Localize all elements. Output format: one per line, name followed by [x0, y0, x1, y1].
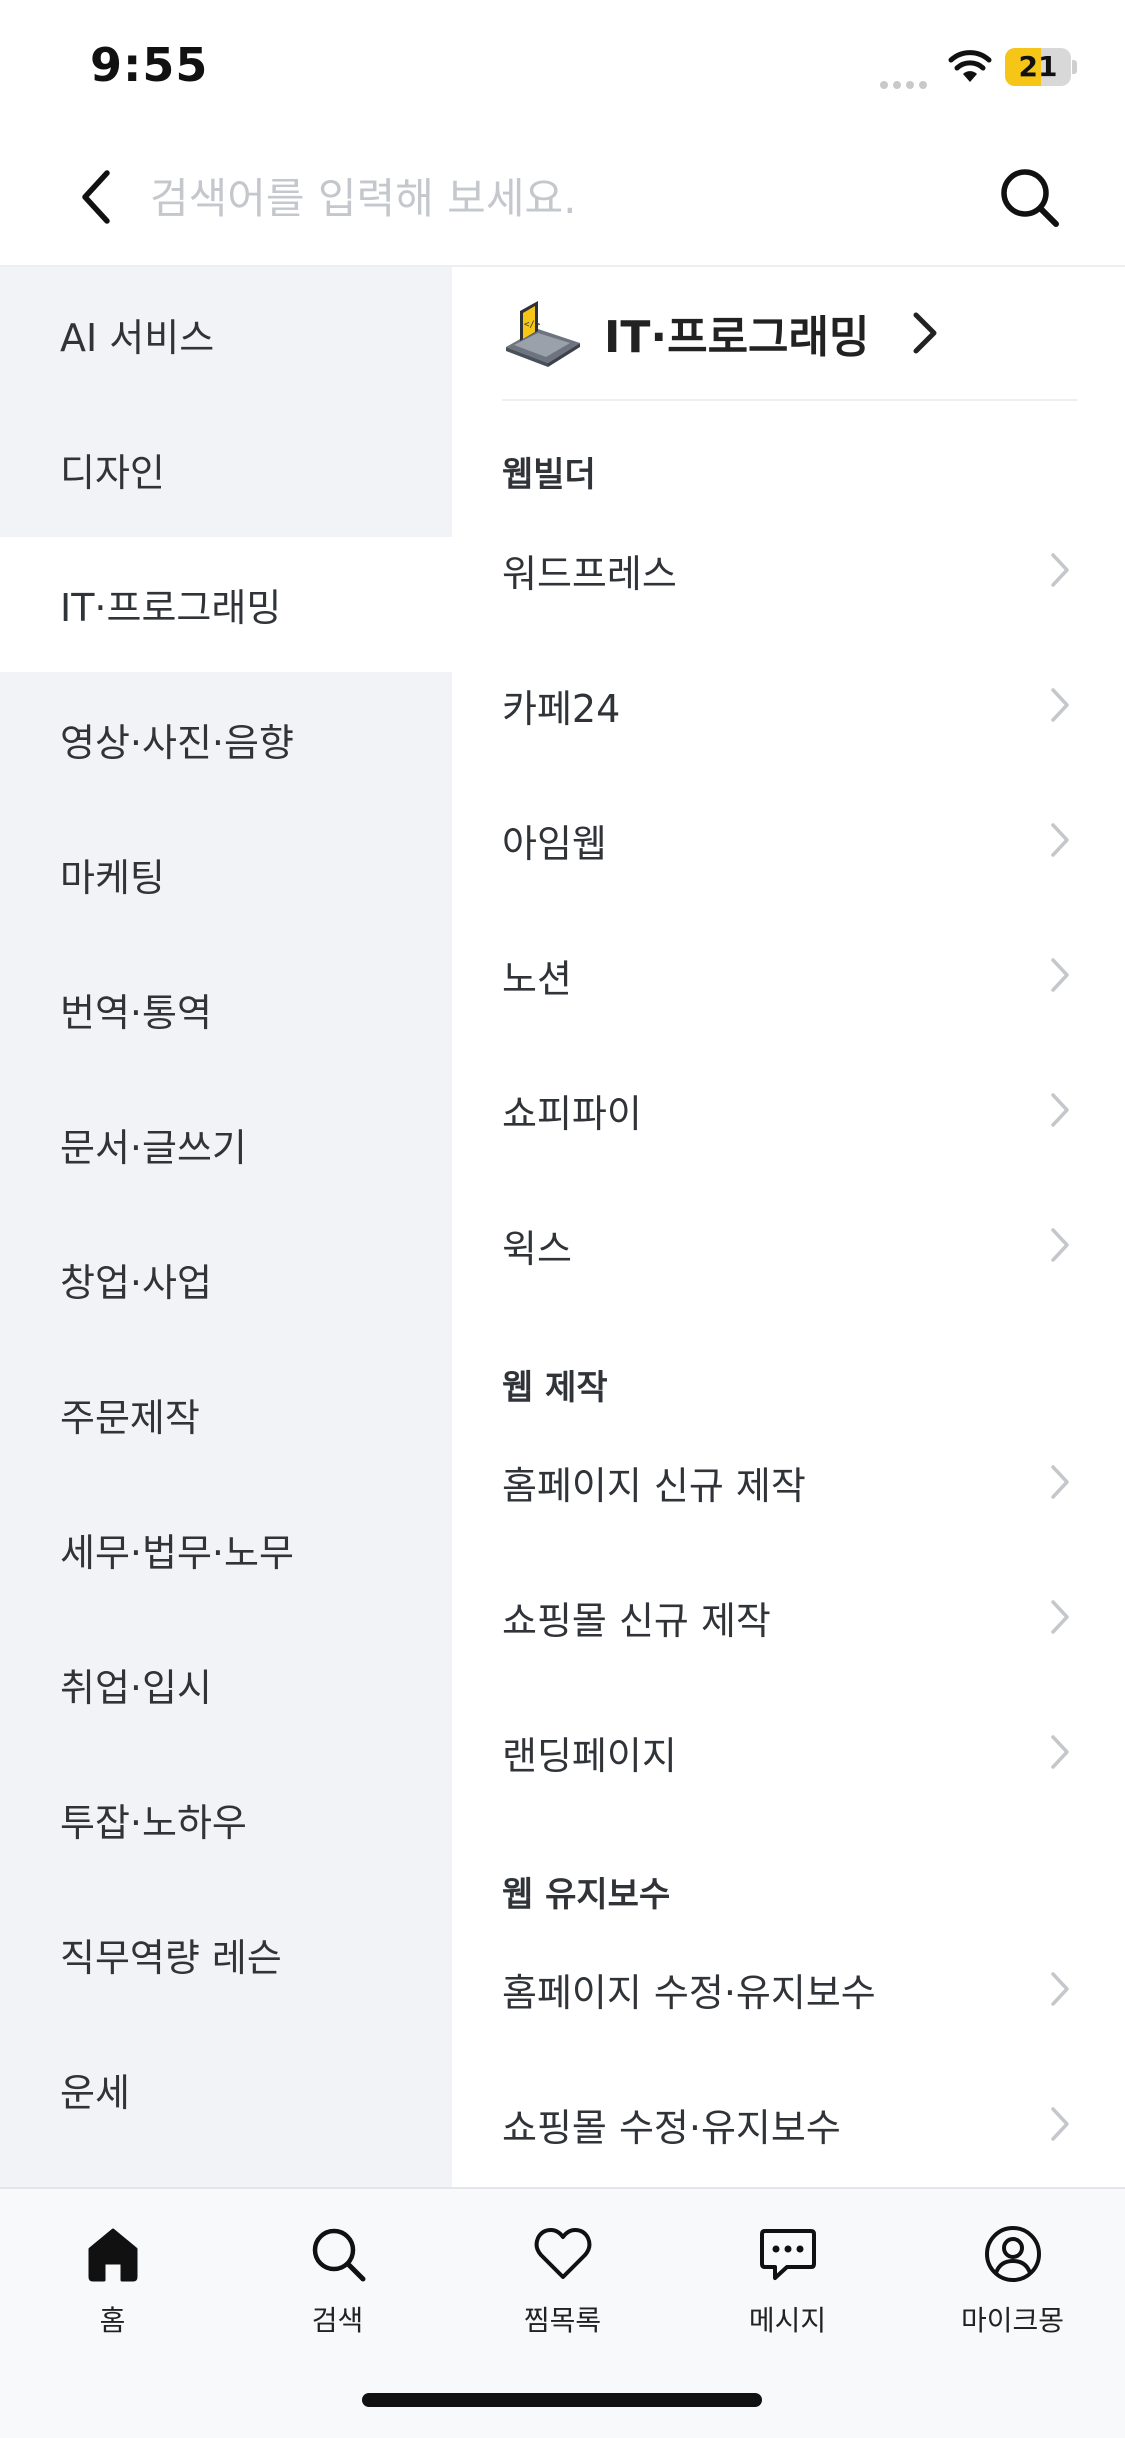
- subcategory-label: 카페24: [502, 686, 621, 731]
- sidebar-item-job-lessons[interactable]: 직무역량 레슨: [0, 1887, 452, 2022]
- back-button[interactable]: [60, 162, 130, 232]
- subcategory-item-new-shopping-mall[interactable]: 쇼핑몰 신규 제작: [502, 1557, 1077, 1677]
- subcategory-item-shopping-mall-maintenance[interactable]: 쇼핑몰 수정·유지보수: [502, 2064, 1077, 2184]
- sidebar-item-it-programming[interactable]: IT·프로그래밍: [0, 537, 452, 672]
- tab-label: 검색: [311, 2304, 364, 2337]
- profile-icon: [984, 2226, 1041, 2282]
- section-title-web-production: 웹 제작: [502, 1368, 608, 1408]
- subcategory-label: 노션: [502, 956, 572, 1001]
- sidebar-item-marketing[interactable]: 마케팅: [0, 807, 452, 942]
- subcategory-item-homepage-maintenance[interactable]: 홈페이지 수정·유지보수: [502, 1929, 1077, 2049]
- status-time: 9:55: [90, 38, 209, 92]
- tab-label: 찜목록: [523, 2304, 602, 2337]
- battery-indicator: 21: [1005, 48, 1071, 86]
- chevron-right-icon: [1051, 1093, 1069, 1127]
- message-icon: [759, 2229, 816, 2280]
- sidebar-item-tax-legal[interactable]: 세무·법무·노무: [0, 1482, 452, 1617]
- search-icon: [1001, 169, 1059, 227]
- home-icon: [88, 2228, 137, 2282]
- laptop-code-icon: </>: [506, 301, 580, 367]
- subcategory-label: 홈페이지 수정·유지보수: [502, 1970, 876, 2015]
- tab-search[interactable]: 검색: [225, 2211, 450, 2361]
- sidebar-item-video-photo-audio[interactable]: 영상·사진·음향: [0, 672, 452, 807]
- sidebar-item-ai[interactable]: AI 서비스: [0, 267, 452, 402]
- section-title-web-builder: 웹빌더: [502, 455, 596, 495]
- battery-cap: [1072, 60, 1077, 74]
- sidebar-item-side-job[interactable]: 투잡·노하우: [0, 1752, 452, 1887]
- subcategory-label: 랜딩페이지: [502, 1733, 677, 1778]
- subcategory-item-notion[interactable]: 노션: [502, 915, 1077, 1035]
- category-sidebar: AI 서비스 디자인 IT·프로그래밍 영상·사진·음향 마케팅 번역·통역 문…: [0, 267, 452, 2187]
- chevron-right-icon: [1051, 823, 1069, 857]
- chevron-right-icon: [1051, 1735, 1069, 1769]
- chevron-right-icon: [1051, 1972, 1069, 2006]
- tab-my-kmong[interactable]: 마이크몽: [900, 2211, 1125, 2361]
- cellular-signal-icon: [880, 74, 932, 89]
- search-icon: [312, 2228, 365, 2282]
- tab-label: 마이크몽: [960, 2304, 1065, 2337]
- subcategory-item-new-homepage[interactable]: 홈페이지 신규 제작: [502, 1422, 1077, 1542]
- chevron-right-icon: [1051, 1228, 1069, 1262]
- chevron-right-icon: [1051, 958, 1069, 992]
- section-title-web-maintenance: 웹 유지보수: [502, 1875, 671, 1915]
- status-bar: 9:55 21: [0, 0, 1125, 130]
- tab-home[interactable]: 홈: [0, 2211, 225, 2361]
- heart-icon: [534, 2228, 591, 2279]
- sidebar-item-fortune[interactable]: 운세: [0, 2022, 452, 2157]
- subcategory-label: 홈페이지 신규 제작: [502, 1463, 806, 1508]
- chevron-right-icon: [1051, 2107, 1069, 2141]
- tab-wishlist[interactable]: 찜목록: [450, 2211, 675, 2361]
- category-title: IT·프로그래밍: [604, 312, 870, 363]
- category-header[interactable]: </> IT·프로그래밍: [502, 267, 1077, 401]
- category-browser: AI 서비스 디자인 IT·프로그래밍 영상·사진·음향 마케팅 번역·통역 문…: [0, 267, 1125, 2187]
- sidebar-item-career[interactable]: 취업·입시: [0, 1617, 452, 1752]
- chevron-right-icon: [913, 312, 936, 354]
- subcategory-label: 워드프레스: [502, 551, 677, 596]
- tab-label: 메시지: [748, 2304, 827, 2337]
- subcategory-label: 윅스: [502, 1226, 572, 1271]
- search-input[interactable]: [150, 158, 950, 238]
- chevron-right-icon: [1051, 553, 1069, 587]
- subcategory-label: 쇼피파이: [502, 1091, 642, 1136]
- tab-label: 홈: [99, 2304, 126, 2337]
- battery-percent: 21: [1018, 50, 1058, 83]
- subcategory-item-wix[interactable]: 윅스: [502, 1185, 1077, 1305]
- subcategory-panel: </> IT·프로그래밍 웹빌더 워드프레스 카페24 아임웹 노션 쇼피파이: [452, 267, 1125, 2187]
- chevron-right-icon: [1051, 688, 1069, 722]
- sidebar-item-custom-order[interactable]: 주문제작: [0, 1347, 452, 1482]
- subcategory-item-cafe24[interactable]: 카페24: [502, 645, 1077, 765]
- chevron-right-icon: [1051, 1465, 1069, 1499]
- chevron-right-icon: [1051, 1600, 1069, 1634]
- tab-messages[interactable]: 메시지: [675, 2211, 900, 2361]
- subcategory-label: 아임웹: [502, 821, 607, 866]
- svg-text:</>: </>: [524, 320, 541, 330]
- subcategory-label: 쇼핑몰 신규 제작: [502, 1598, 771, 1643]
- subcategory-item-wordpress[interactable]: 워드프레스: [502, 510, 1077, 630]
- search-button[interactable]: [990, 158, 1070, 238]
- sidebar-item-design[interactable]: 디자인: [0, 402, 452, 537]
- subcategory-item-imweb[interactable]: 아임웹: [502, 780, 1077, 900]
- subcategory-item-landing-page[interactable]: 랜딩페이지: [502, 1692, 1077, 1812]
- subcategory-label: 쇼핑몰 수정·유지보수: [502, 2105, 841, 2150]
- sidebar-item-startup[interactable]: 창업·사업: [0, 1212, 452, 1347]
- sidebar-item-writing[interactable]: 문서·글쓰기: [0, 1077, 452, 1212]
- subcategory-item-shopify[interactable]: 쇼피파이: [502, 1050, 1077, 1170]
- wifi-icon: [948, 50, 992, 82]
- search-header: [0, 130, 1125, 267]
- chevron-left-icon: [82, 170, 110, 224]
- home-indicator: [362, 2393, 762, 2407]
- sidebar-item-translation[interactable]: 번역·통역: [0, 942, 452, 1077]
